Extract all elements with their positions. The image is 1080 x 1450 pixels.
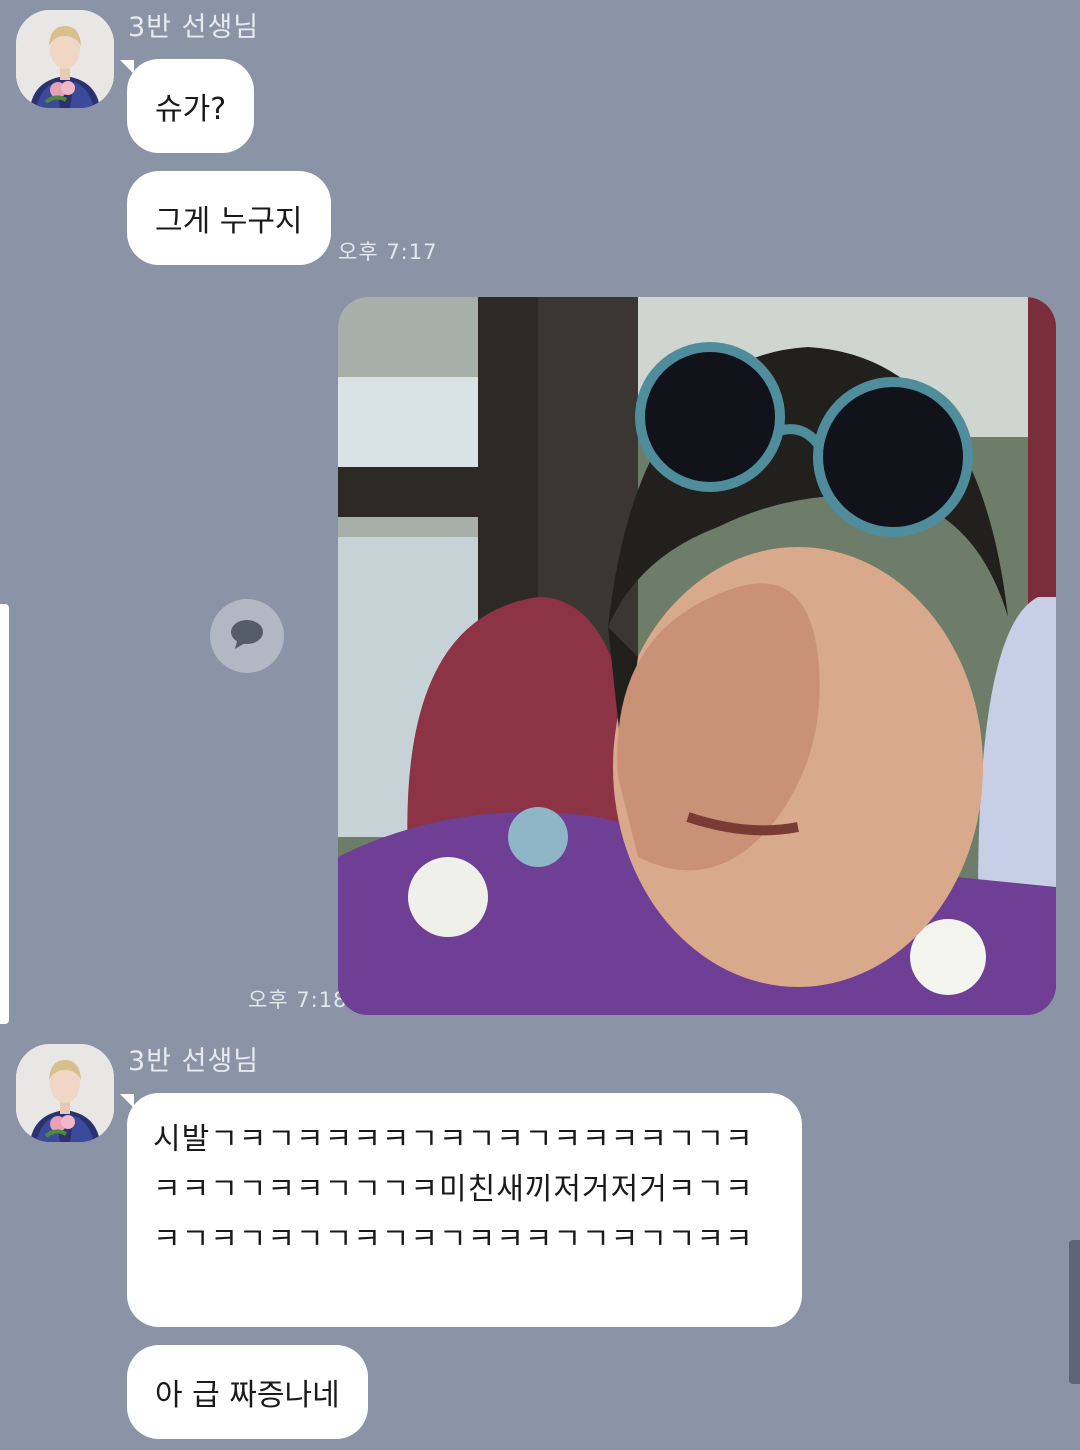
avatar[interactable] [16, 10, 114, 108]
message-time: 오후 7:17 [338, 240, 438, 264]
message-bubble[interactable]: 슈가? [127, 59, 255, 153]
share-button[interactable] [210, 599, 284, 673]
left-edge-indicator [0, 604, 9, 1024]
avatar[interactable] [16, 1044, 114, 1142]
message-bubble[interactable]: 시발ㄱㅋㄱㅋㅋㅋㅋㄱㅋㄱㅋㄱㅋㅋㅋㅋㄱㄱㅋㅋㅋㄱㄱㅋㅋㄱㄱㄱㅋ미친새끼저거저거ㅋ… [127, 1093, 802, 1327]
message-bubble[interactable]: 그게 누구지 [127, 171, 331, 265]
sender-name: 3반 선생님 [128, 1046, 260, 1077]
photo-message[interactable] [338, 297, 1056, 1015]
message-time: 오후 7:18 [248, 988, 348, 1012]
scrollbar[interactable] [1069, 1240, 1080, 1384]
sender-name: 3반 선생님 [128, 12, 260, 43]
chat-bubble-icon [230, 619, 264, 653]
message-bubble[interactable]: 아 급 짜증나네 [127, 1345, 368, 1439]
